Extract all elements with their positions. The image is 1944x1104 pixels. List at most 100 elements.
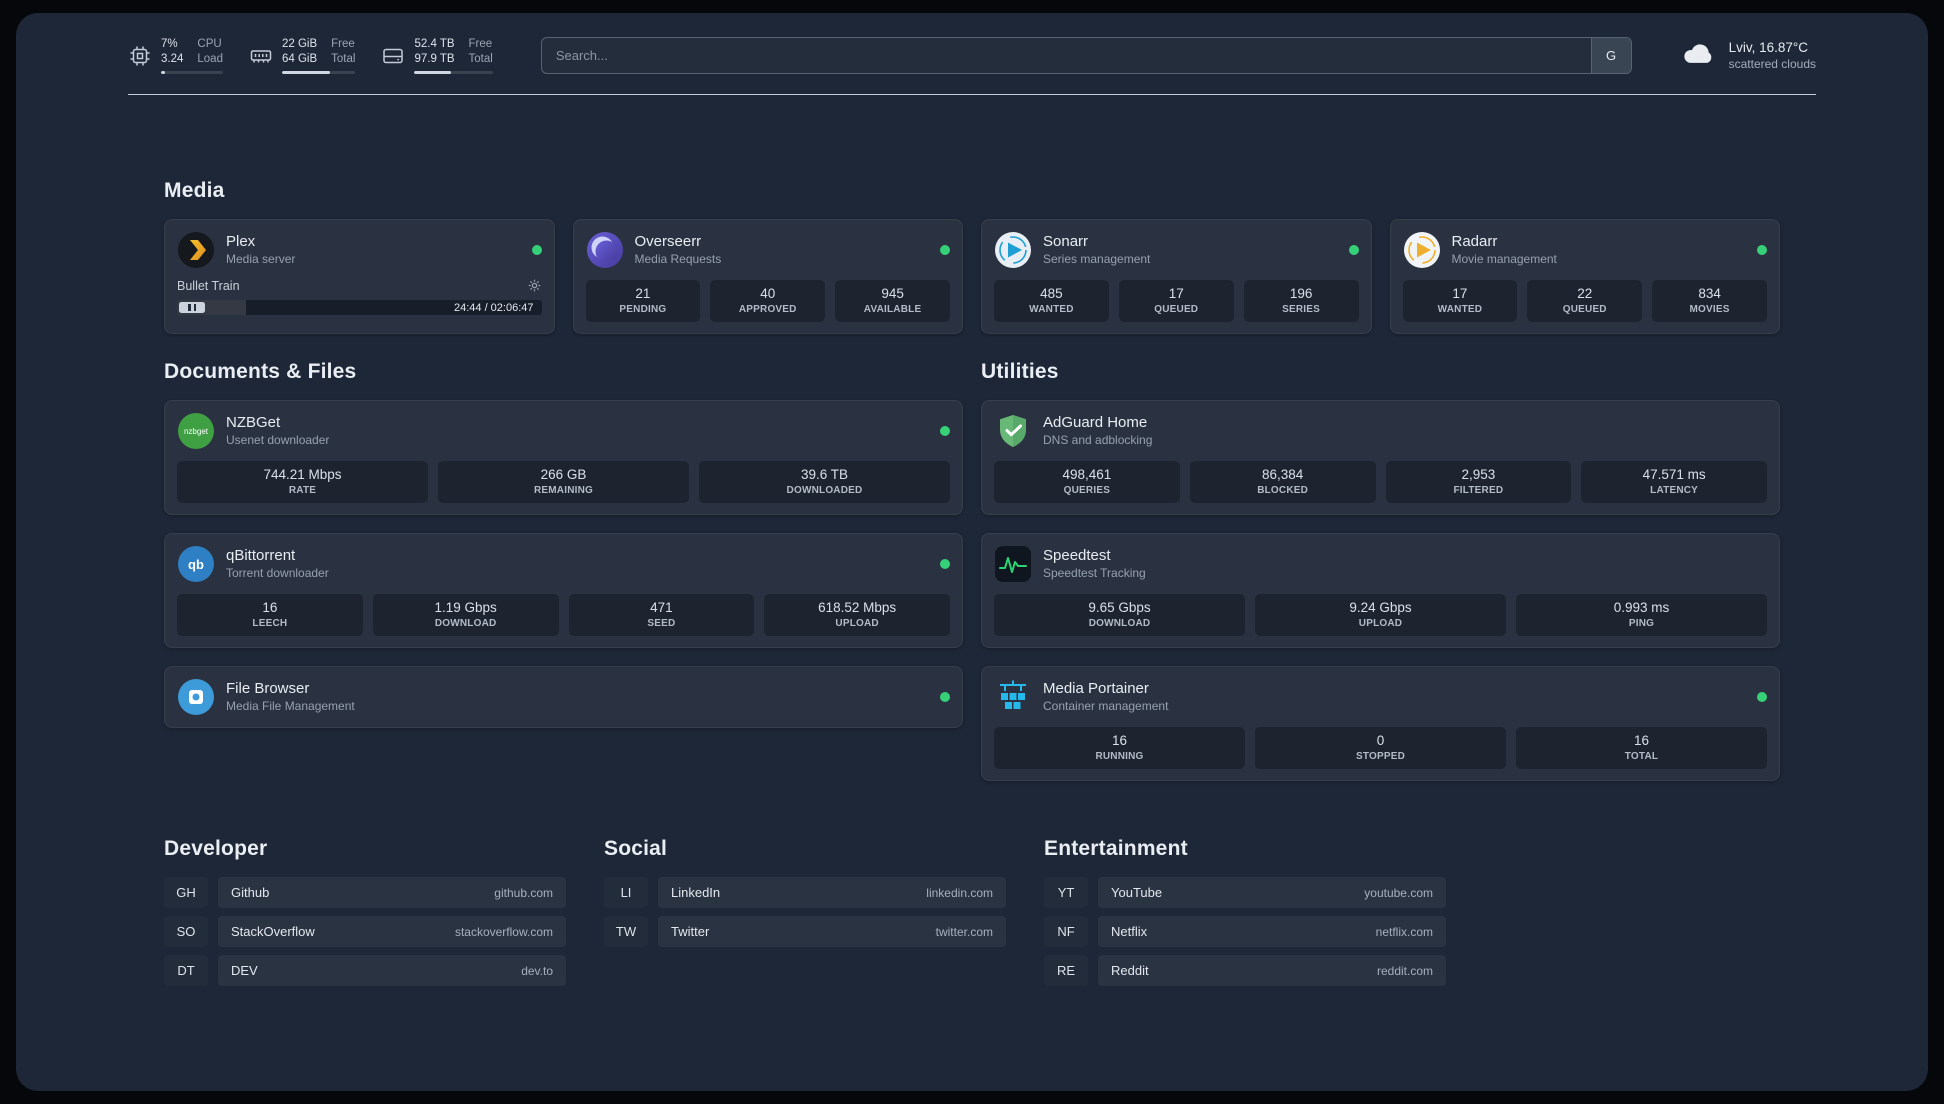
bookmark-reddit[interactable]: RE Reddit reddit.com xyxy=(1044,955,1446,986)
stat-tile: 744.21 Mbps RATE xyxy=(177,461,428,503)
search-provider-button[interactable]: G xyxy=(1590,38,1631,73)
stat-tile: 9.24 Gbps UPLOAD xyxy=(1255,594,1506,636)
plex-now-playing: Bullet Train 24:44 / 02:06:47 xyxy=(177,278,542,315)
bookmark-url: github.com xyxy=(494,885,553,900)
nzbget-icon: nzbget xyxy=(177,412,215,450)
bookmark-pill: YouTube youtube.com xyxy=(1098,877,1446,908)
media-section: Plex Media server Bullet Train 24:44 / 0… xyxy=(164,219,1780,334)
memory-widget-body: 22 GiB 64 GiB Free Total xyxy=(281,37,356,74)
stat-value: 47.571 ms xyxy=(1642,467,1706,482)
service-name: Sonarr xyxy=(1043,232,1089,250)
stat-tile: 17 WANTED xyxy=(1402,280,1518,322)
service-text: AdGuard Home DNS and adblocking xyxy=(1043,414,1152,449)
playback-progress-bar: 24:44 / 02:06:47 xyxy=(177,300,542,315)
weather-widget: Lviv, 16.87°C scattered clouds xyxy=(1680,40,1816,72)
service-description: DNS and adblocking xyxy=(1043,433,1153,448)
stat-tile: 21 PENDING xyxy=(585,280,701,322)
qbittorrent-icon: qb xyxy=(177,545,215,583)
stat-label: WANTED xyxy=(1437,304,1483,315)
plex-icon xyxy=(177,231,215,269)
bookmark-name: DEV xyxy=(231,963,258,978)
bookmark-name: StackOverflow xyxy=(231,924,315,939)
service-name: Overseerr xyxy=(634,232,702,250)
service-stats: 16 LEECH 1.19 Gbps DOWNLOAD 471 SEED 618… xyxy=(177,594,950,636)
bookmark-url: twitter.com xyxy=(935,924,993,939)
memory-free-value: 22 GiB xyxy=(281,38,318,51)
bookmark-github[interactable]: GH Github github.com xyxy=(164,877,566,908)
service-link-radarr[interactable]: Radarr Movie management xyxy=(1403,231,1767,269)
stat-value: 17 xyxy=(1168,286,1184,301)
stat-tile: 22 QUEUED xyxy=(1527,280,1643,322)
stat-value: 86,384 xyxy=(1261,467,1304,482)
stat-tile: 498,461 QUERIES xyxy=(994,461,1180,503)
cloud-icon xyxy=(1680,40,1718,72)
service-description: Torrent downloader xyxy=(226,566,329,581)
stat-label: DOWNLOADED xyxy=(786,485,863,496)
stat-label: PENDING xyxy=(619,304,667,315)
bookmark-abbr: TW xyxy=(604,916,648,947)
bookmark-group-developer: Developer GH Github github.com SO StackO… xyxy=(164,837,566,986)
cpu-usage-label: CPU xyxy=(197,38,222,51)
bookmark-twitter[interactable]: TW Twitter twitter.com xyxy=(604,916,1006,947)
bookmark-abbr: DT xyxy=(164,955,208,986)
bookmark-linkedin[interactable]: LI LinkedIn linkedin.com xyxy=(604,877,1006,908)
stat-value: 39.6 TB xyxy=(800,467,849,482)
service-link-portainer[interactable]: Media Portainer Container management xyxy=(994,678,1767,716)
service-link-plex[interactable]: Plex Media server xyxy=(177,231,542,269)
bookmark-dev[interactable]: DT DEV dev.to xyxy=(164,955,566,986)
bookmark-pill: Github github.com xyxy=(218,877,566,908)
service-link-sonarr[interactable]: Sonarr Series management xyxy=(994,231,1359,269)
disk-icon xyxy=(381,44,405,68)
bookmark-url: youtube.com xyxy=(1364,885,1433,900)
disk-widget-body: 52.4 TB 97.9 TB Free Total xyxy=(414,37,493,74)
lower-sections: Documents & Files nzbget NZBGet Usenet d… xyxy=(164,360,1780,781)
stat-label: PING xyxy=(1628,618,1655,629)
status-dot xyxy=(1348,245,1359,255)
cpu-widget-body: 7% 3.24 CPU Load xyxy=(161,37,223,74)
bookmark-pill: DEV dev.to xyxy=(218,955,566,986)
stat-label: WANTED xyxy=(1029,304,1074,315)
pause-button[interactable] xyxy=(179,302,205,313)
disk-free-value: 52.4 TB xyxy=(414,38,455,51)
disk-meter xyxy=(414,70,493,74)
service-link-filebrowser[interactable]: File Browser Media File Management xyxy=(177,678,950,716)
service-link-overseerr[interactable]: Overseerr Media Requests xyxy=(586,231,950,269)
bookmark-group-title: Entertainment xyxy=(1044,837,1188,860)
stat-tile: 40 APPROVED xyxy=(710,280,826,322)
stat-value: 266 GB xyxy=(540,467,587,482)
service-link-qbittorrent[interactable]: qb qBittorrent Torrent downloader xyxy=(177,545,950,583)
bookmark-netflix[interactable]: NF Netflix netflix.com xyxy=(1044,916,1446,947)
service-stats: 9.65 Gbps DOWNLOAD 9.24 Gbps UPLOAD 0.99… xyxy=(994,594,1767,636)
pause-icon xyxy=(188,304,191,311)
service-card-adguard: AdGuard Home DNS and adblocking 498,461 … xyxy=(981,400,1780,515)
stat-value: 618.52 Mbps xyxy=(818,600,897,615)
bookmark-pill: Netflix netflix.com xyxy=(1098,916,1446,947)
stat-tile: 16 RUNNING xyxy=(994,727,1245,769)
overseerr-icon xyxy=(586,231,624,269)
status-dot xyxy=(940,245,950,255)
memory-total-value: 64 GiB xyxy=(281,53,318,65)
status-dot xyxy=(940,559,950,569)
disk-free-label: Free xyxy=(468,38,493,51)
bookmark-abbr: SO xyxy=(164,916,208,947)
bookmark-url: netflix.com xyxy=(1375,924,1433,939)
bookmark-abbr: LI xyxy=(604,877,648,908)
service-link-adguard[interactable]: AdGuard Home DNS and adblocking xyxy=(994,412,1767,450)
service-text: Speedtest Speedtest Tracking xyxy=(1043,547,1146,582)
service-text: File Browser Media File Management xyxy=(226,680,355,715)
stat-tile: 16 LEECH xyxy=(177,594,363,636)
stat-label: AVAILABLE xyxy=(863,304,922,315)
stat-value: 16 xyxy=(1111,733,1128,748)
svg-text:qb: qb xyxy=(188,557,204,572)
service-text: NZBGet Usenet downloader xyxy=(226,414,329,449)
disk-total-value: 97.9 TB xyxy=(414,53,455,65)
service-link-nzbget[interactable]: nzbget NZBGet Usenet downloader xyxy=(177,412,950,450)
search-input[interactable] xyxy=(541,38,1591,73)
status-dot xyxy=(1757,692,1767,702)
service-link-speedtest[interactable]: Speedtest Speedtest Tracking xyxy=(994,545,1767,583)
bookmark-youtube[interactable]: YT YouTube youtube.com xyxy=(1044,877,1446,908)
bookmark-stackoverflow[interactable]: SO StackOverflow stackoverflow.com xyxy=(164,916,566,947)
gear-icon[interactable] xyxy=(527,278,542,293)
bookmark-name: Twitter xyxy=(671,924,710,939)
bookmark-abbr: RE xyxy=(1044,955,1088,986)
